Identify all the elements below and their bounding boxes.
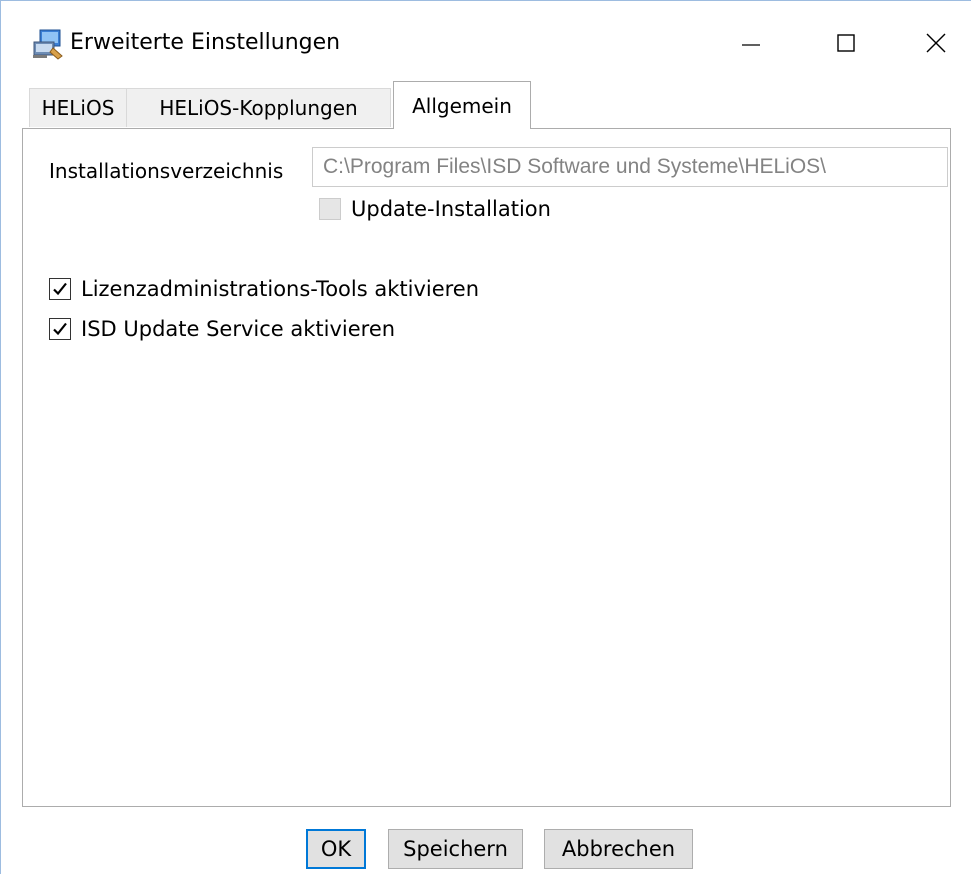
installer-icon	[31, 28, 65, 60]
tab-strip: HELiOS HELiOS-Kopplungen Allgemein	[29, 81, 949, 129]
minimize-button[interactable]	[706, 15, 796, 71]
save-button[interactable]: Speichern	[388, 829, 523, 869]
close-button[interactable]	[891, 15, 971, 71]
tab-helios-kopplungen[interactable]: HELiOS-Kopplungen	[126, 88, 391, 127]
tab-helios[interactable]: HELiOS	[29, 88, 127, 127]
update-installation-checkbox	[319, 198, 341, 220]
isd-update-service-checkbox[interactable]	[49, 318, 71, 340]
license-tools-option[interactable]: Lizenzadministrations-Tools aktivieren	[49, 277, 479, 301]
maximize-icon	[837, 34, 855, 52]
close-icon	[926, 33, 946, 53]
update-installation-label: Update-Installation	[351, 197, 551, 221]
settings-window: Erweiterte Einstellungen HELiOS HELiOS-K…	[0, 0, 971, 874]
isd-update-service-label[interactable]: ISD Update Service aktivieren	[81, 317, 395, 341]
update-installation-option: Update-Installation	[319, 197, 551, 221]
ok-button[interactable]: OK	[306, 829, 366, 869]
minimize-icon	[742, 44, 760, 46]
checkmark-icon	[53, 282, 67, 296]
license-tools-label[interactable]: Lizenzadministrations-Tools aktivieren	[81, 277, 479, 301]
license-tools-checkbox[interactable]	[49, 278, 71, 300]
cancel-button[interactable]: Abbrechen	[544, 829, 693, 869]
checkmark-icon	[53, 322, 67, 336]
install-dir-label: Installationsverzeichnis	[49, 159, 284, 183]
tab-panel-allgemein	[22, 128, 951, 807]
isd-update-service-option[interactable]: ISD Update Service aktivieren	[49, 317, 395, 341]
maximize-button[interactable]	[801, 15, 891, 71]
title-bar[interactable]: Erweiterte Einstellungen	[1, 1, 971, 81]
install-dir-field: C:\Program Files\ISD Software und System…	[312, 147, 948, 187]
tab-allgemein[interactable]: Allgemein	[393, 81, 531, 129]
window-title: Erweiterte Einstellungen	[70, 30, 341, 55]
